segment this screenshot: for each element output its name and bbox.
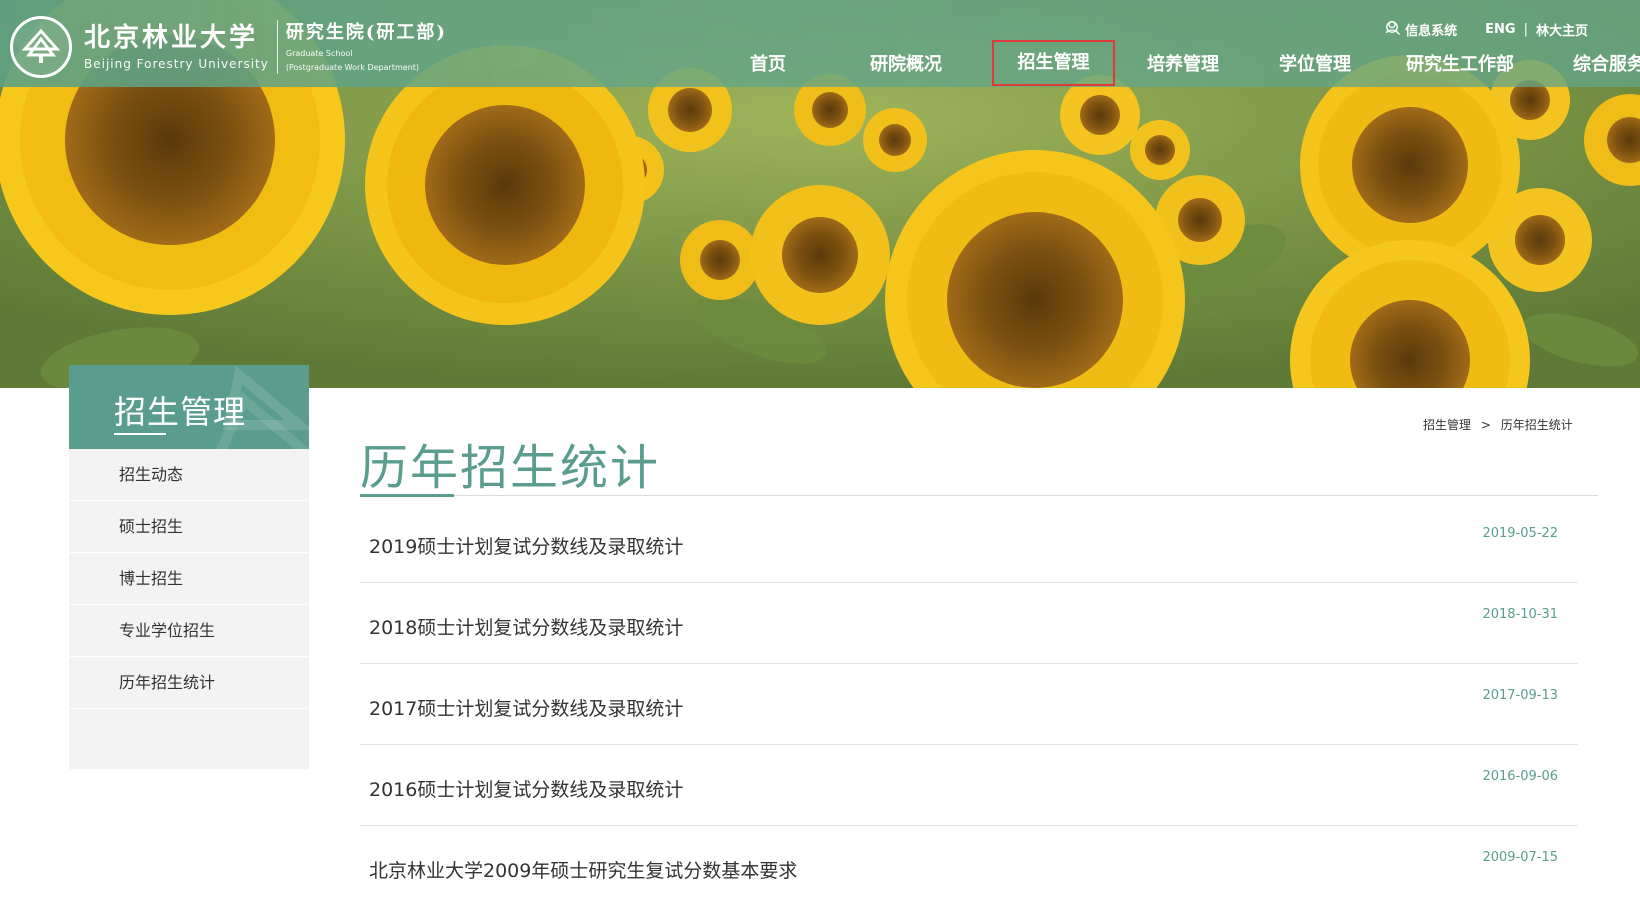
sidebar-header: 招生管理: [69, 365, 309, 449]
nav-admissions[interactable]: 招生管理: [992, 40, 1115, 86]
breadcrumb-current: 历年招生统计: [1500, 418, 1573, 432]
util-separator: |: [1523, 22, 1528, 37]
list-item[interactable]: 2019硕士计划复试分数线及录取统计 2019-05-22: [360, 502, 1578, 583]
sidebar-item-master-admission[interactable]: 硕士招生: [69, 501, 309, 553]
list-item[interactable]: 北京林业大学2009年硕士研究生复试分数基本要求 2009-07-15: [360, 826, 1578, 907]
page-title: 历年招生统计: [360, 440, 661, 496]
university-logo[interactable]: 北京林业大学 Beijing Forestry University 研究生院(…: [10, 16, 447, 78]
search-icon: [1386, 21, 1401, 35]
sidebar-item-phd-admission[interactable]: 博士招生: [69, 553, 309, 605]
article-title[interactable]: 北京林业大学2009年硕士研究生复试分数基本要求: [369, 856, 797, 883]
article-title[interactable]: 2016硕士计划复试分数线及录取统计: [369, 775, 683, 802]
sidebar-item-admission-news[interactable]: 招生动态: [69, 449, 309, 501]
main-nav: 首页 研院概况 招生管理 培养管理 学位管理 研究生工作部 综合服务: [720, 40, 1640, 86]
sidebar-title-underline: [114, 433, 166, 435]
article-list: 2019硕士计划复试分数线及录取统计 2019-05-22 2018硕士计划复试…: [360, 502, 1578, 907]
sidebar-menu: 招生动态 硕士招生 博士招生 专业学位招生 历年招生统计: [69, 449, 309, 769]
logo-english-name: Beijing Forestry University: [84, 57, 269, 71]
article-title[interactable]: 2017硕士计划复试分数线及录取统计: [369, 694, 683, 721]
info-system-label: 信息系统: [1405, 24, 1458, 39]
article-title[interactable]: 2019硕士计划复试分数线及录取统计: [369, 532, 683, 559]
article-date: 2018-10-31: [1482, 607, 1558, 622]
article-date: 2017-09-13: [1482, 688, 1558, 703]
nav-student-affairs[interactable]: 研究生工作部: [1401, 50, 1519, 80]
bjfu-home-link[interactable]: 林大主页: [1536, 20, 1588, 39]
article-date: 2016-09-06: [1482, 769, 1558, 784]
breadcrumb: 招生管理 > 历年招生统计: [1423, 416, 1573, 433]
nav-services[interactable]: 综合服务: [1561, 50, 1640, 80]
article-date: 2019-05-22: [1482, 526, 1558, 541]
list-item[interactable]: 2018硕士计划复试分数线及录取统计 2018-10-31: [360, 583, 1578, 664]
nav-degree[interactable]: 学位管理: [1267, 50, 1363, 80]
english-link[interactable]: ENG: [1485, 22, 1515, 37]
breadcrumb-parent[interactable]: 招生管理: [1423, 418, 1471, 432]
title-divider: [360, 495, 1598, 496]
logo-department-english-2: (Postgraduate Work Department): [285, 63, 419, 72]
hero-banner: 北京林业大学 Beijing Forestry University 研究生院(…: [0, 0, 1640, 388]
breadcrumb-arrow: >: [1480, 418, 1491, 432]
sidebar-item-admission-statistics[interactable]: 历年招生统计: [69, 657, 309, 709]
article-title[interactable]: 2018硕士计划复试分数线及录取统计: [369, 613, 683, 640]
info-system-link[interactable]: 信息系统: [1385, 20, 1458, 39]
article-date: 2009-07-15: [1482, 850, 1558, 865]
sidebar-item-professional-degree[interactable]: 专业学位招生: [69, 605, 309, 657]
nav-about[interactable]: 研院概况: [858, 50, 954, 80]
nav-training[interactable]: 培养管理: [1135, 50, 1231, 80]
nav-home[interactable]: 首页: [720, 50, 816, 80]
logo-chinese-name: 北京林业大学: [84, 23, 259, 53]
logo-divider: [276, 20, 278, 74]
logo-department-english-1: Graduate School: [285, 49, 353, 58]
list-item[interactable]: 2017硕士计划复试分数线及录取统计 2017-09-13: [360, 664, 1578, 745]
sidebar-title: 招生管理: [114, 393, 247, 431]
list-item[interactable]: 2016硕士计划复试分数线及录取统计 2016-09-06: [360, 745, 1578, 826]
utility-links: 信息系统 ENG | 林大主页: [1385, 20, 1622, 39]
university-seal-icon: [10, 16, 72, 78]
logo-department-name: 研究生院(研工部): [285, 22, 447, 43]
title-accent-bar: [360, 494, 454, 497]
